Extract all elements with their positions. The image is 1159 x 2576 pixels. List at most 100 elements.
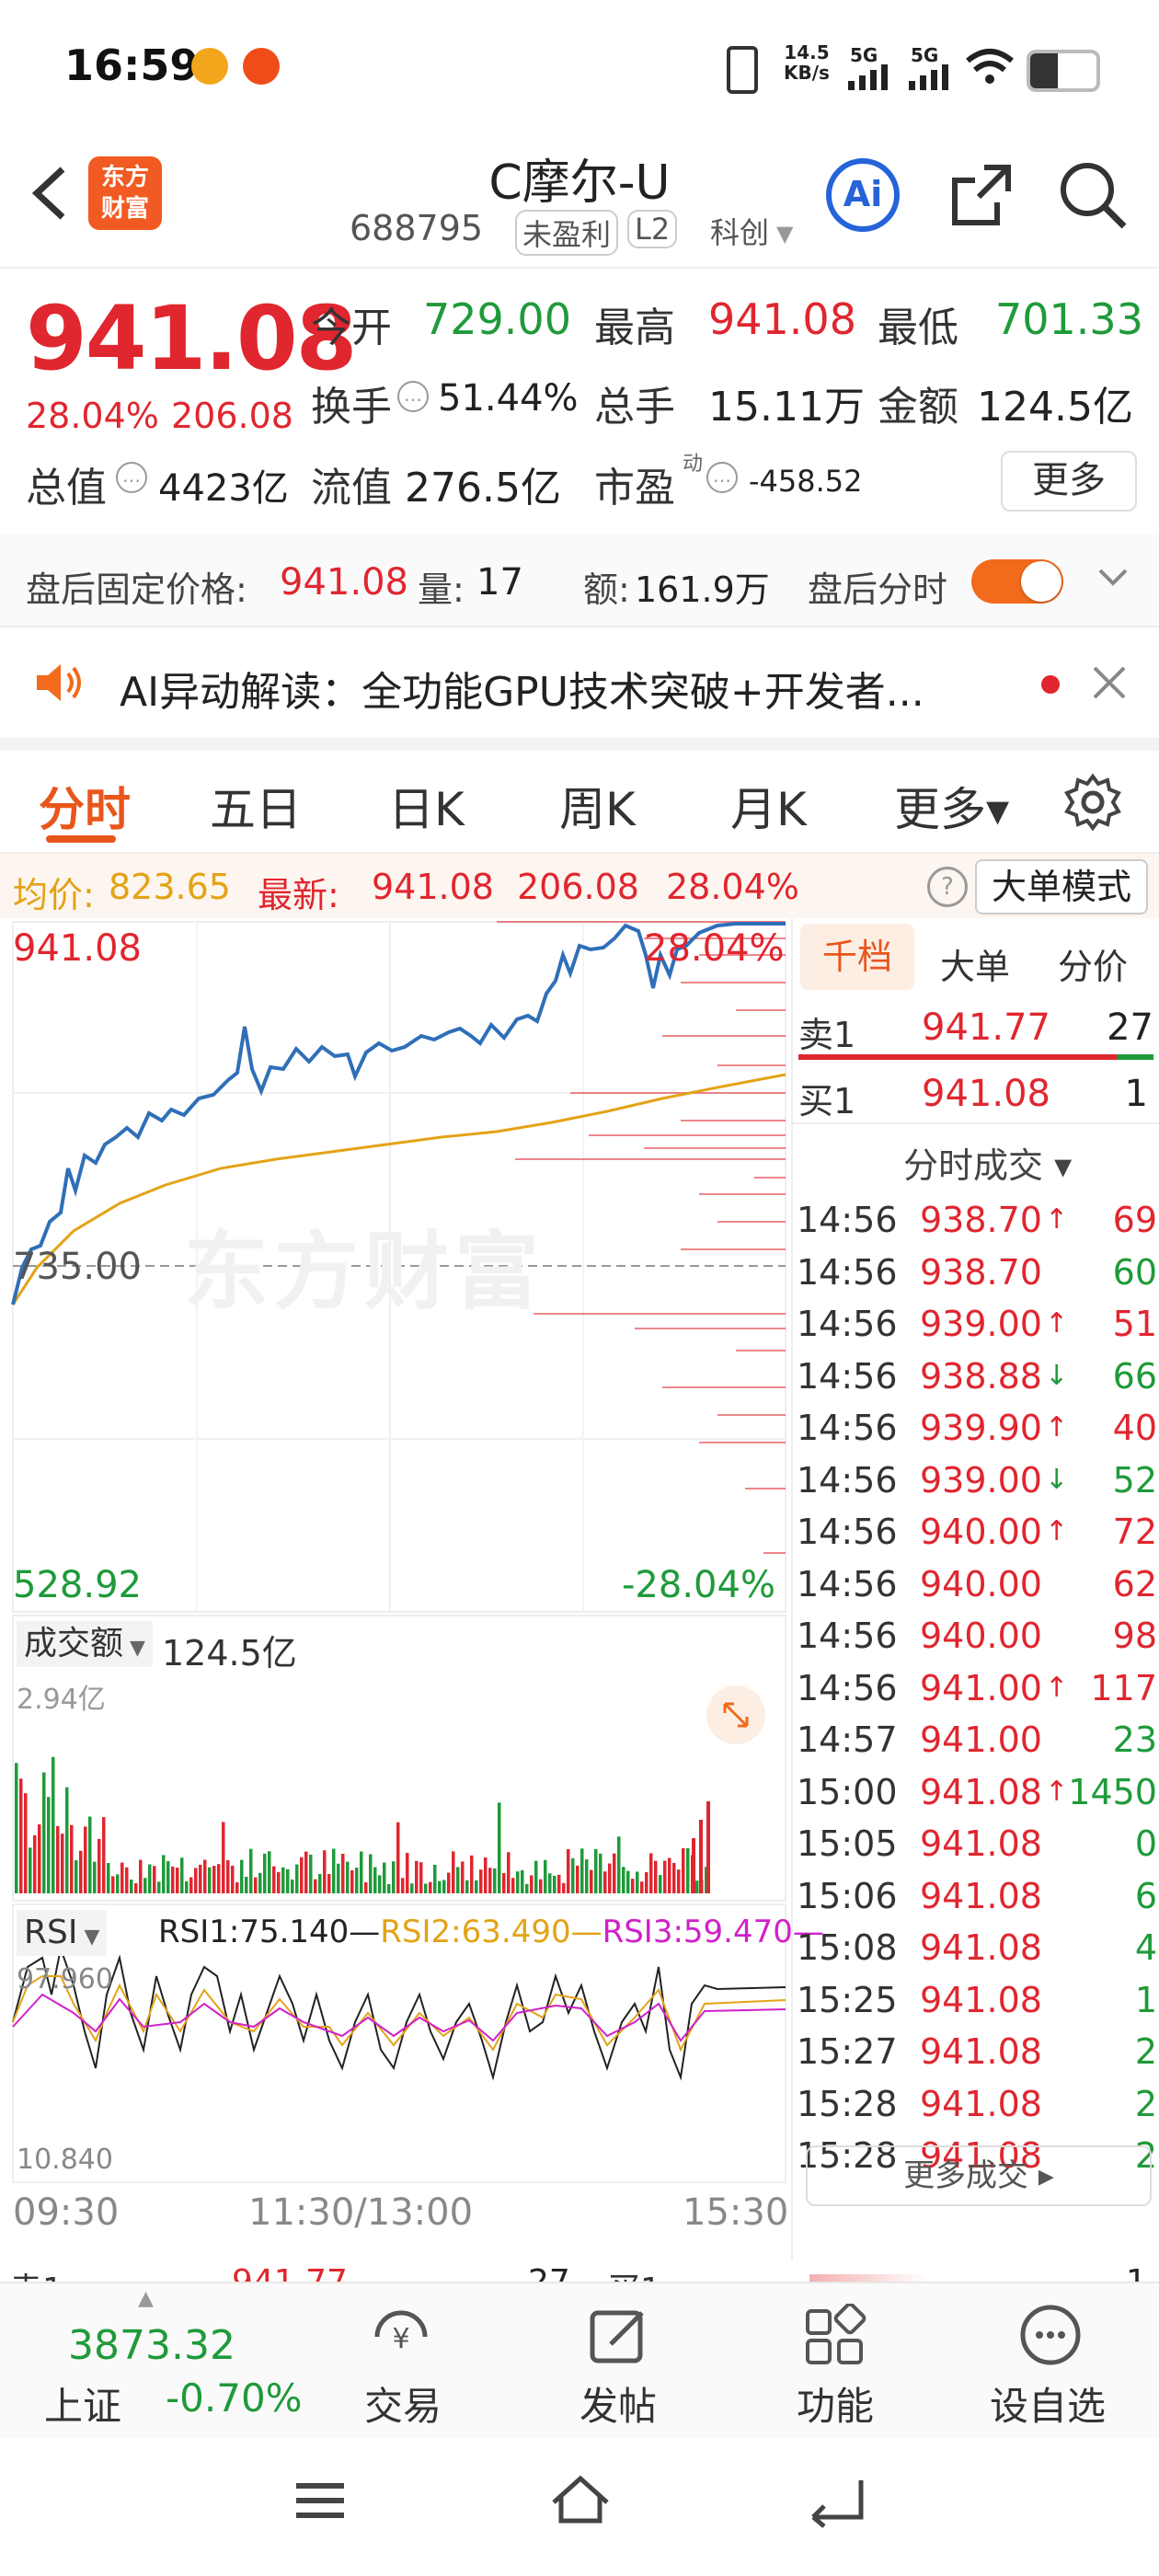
trade-time: 14:56 <box>797 1200 898 1240</box>
trade-volume: 51 <box>1112 1304 1157 1344</box>
close-icon[interactable] <box>1091 664 1128 705</box>
tab-big-orders[interactable]: 大单 <box>940 938 1010 989</box>
volume-bar <box>249 1848 253 1893</box>
watermark: 东方财富 <box>184 1223 545 1321</box>
volume-bar <box>498 1802 501 1893</box>
ai-insight-text[interactable]: AI异动解读：全功能GPU技术突破+开发者... <box>120 659 924 718</box>
tab-depth[interactable]: 千档 <box>800 924 914 990</box>
volume-bar <box>295 1864 299 1893</box>
time-axis-mid: 11:30/13:00 <box>248 2191 474 2234</box>
app-notification-icon <box>243 48 280 85</box>
index-value[interactable]: 3873.32 <box>68 2322 235 2369</box>
chevron-down-icon[interactable] <box>1095 559 1131 600</box>
volume-bar <box>355 1868 359 1893</box>
tab-weekly-k[interactable]: 周K <box>559 773 636 839</box>
rsi1-value: RSI1:75.140 <box>158 1914 350 1950</box>
latest-change-pct: 28.04% <box>666 867 799 907</box>
volume-bar <box>88 1816 92 1893</box>
trade-volume: 23 <box>1112 1719 1157 1760</box>
volume-bar <box>29 1847 32 1893</box>
rsi-values: RSI1:75.140—RSI2:63.490—RSI3:59.470— <box>158 1914 824 1950</box>
trade-row: 14:56 940.00 98 <box>797 1610 1157 1662</box>
trade-icon[interactable]: ¥ <box>364 2304 438 2372</box>
tab-daily-k[interactable]: 日K <box>388 773 465 839</box>
add-watchlist-label[interactable]: 设自选 <box>990 2375 1106 2432</box>
function-label[interactable]: 功能 <box>797 2375 874 2432</box>
trade-direction-icon: ↑ <box>1045 1775 1069 1808</box>
more-quote-button[interactable]: 更多 <box>1001 451 1137 512</box>
help-icon[interactable]: ? <box>927 867 968 907</box>
gear-icon[interactable] <box>1063 773 1122 835</box>
info-icon[interactable]: … <box>397 381 429 412</box>
volume-bar <box>125 1867 129 1893</box>
index-change[interactable]: -0.70% <box>166 2375 303 2421</box>
info-icon[interactable]: … <box>116 462 147 493</box>
trade-price: 938.70 <box>920 1251 1042 1293</box>
volume-bar <box>534 1860 538 1893</box>
chart-info-bar: 均价: 823.65 最新: 941.08 206.08 28.04% ? 大单… <box>0 854 1159 918</box>
volume-bar <box>516 1871 520 1893</box>
back-nav-icon[interactable] <box>806 2473 870 2532</box>
chevron-down-icon[interactable]: ▼ <box>776 221 793 247</box>
tab-monthly-k[interactable]: 月K <box>730 773 807 839</box>
post-icon[interactable] <box>583 2304 657 2372</box>
volume-bar <box>291 1879 294 1893</box>
tab-five-day[interactable]: 五日 <box>210 773 302 839</box>
trade-time: 15:00 <box>797 1771 898 1812</box>
more-trades-button[interactable]: 更多成交 ▸ <box>806 2145 1152 2206</box>
trade-price: 939.00 <box>920 1459 1042 1501</box>
volume-bar <box>576 1865 580 1893</box>
volume-bar <box>314 1879 317 1893</box>
add-watchlist-icon[interactable] <box>1016 2304 1089 2372</box>
trade-row: 14:56 938.70 ↑ 69 <box>797 1194 1157 1246</box>
after-hours-toggle[interactable] <box>971 559 1063 604</box>
volume-bar <box>511 1878 515 1893</box>
trades-header[interactable]: 分时成交 ▾ <box>903 1137 1072 1188</box>
volume-bar <box>268 1851 271 1893</box>
volume-bar <box>47 1797 51 1893</box>
tag-board[interactable]: 科创 <box>705 210 775 252</box>
trade-time: 14:57 <box>797 1719 898 1760</box>
volume-bar <box>479 1869 483 1893</box>
info-icon[interactable]: … <box>706 462 738 493</box>
volume-bar <box>594 1849 598 1893</box>
rsi-indicator-selector[interactable]: RSI ▼ <box>17 1910 108 1956</box>
search-icon[interactable] <box>1058 160 1128 234</box>
apps-icon[interactable] <box>800 2302 874 2372</box>
trade-volume: 1450 <box>1068 1771 1157 1812</box>
trade-label[interactable]: 交易 <box>364 2375 442 2432</box>
home-icon[interactable] <box>548 2471 613 2530</box>
volume-bar <box>599 1853 602 1893</box>
volume-bar <box>456 1867 460 1893</box>
menu-icon[interactable] <box>293 2478 348 2528</box>
ai-insight-bar[interactable]: AI异动解读：全功能GPU技术突破+开发者... <box>0 627 1159 751</box>
volume-bar <box>585 1859 589 1893</box>
net-speed-value: 14.5 <box>784 41 830 63</box>
big-order-mode-button[interactable]: 大单模式 <box>975 859 1148 914</box>
tab-more[interactable]: 更多▾ <box>894 773 1009 839</box>
volume-indicator-selector[interactable]: 成交额 ▼ <box>17 1621 153 1667</box>
volume-bar <box>530 1875 534 1893</box>
trade-time: 15:05 <box>797 1823 898 1864</box>
tab-price-dist[interactable]: 分价 <box>1058 938 1128 989</box>
tab-intraday[interactable]: 分时 <box>39 773 131 839</box>
post-label[interactable]: 发帖 <box>580 2375 657 2432</box>
index-name[interactable]: 上证 <box>44 2375 121 2432</box>
trade-row: 15:08 941.08 4 <box>797 1922 1157 1973</box>
expand-icon[interactable] <box>706 1685 765 1744</box>
volume-total: 124.5亿 <box>162 1633 297 1673</box>
volume-bar <box>677 1869 681 1893</box>
volume-bar <box>199 1864 202 1893</box>
chevron-down-icon: ▼ <box>77 1926 100 1949</box>
volume-bar <box>608 1863 612 1893</box>
divider <box>793 1122 1159 1124</box>
wifi-icon <box>964 46 1016 90</box>
app-logo[interactable]: 东方 财富 <box>88 156 162 230</box>
back-icon[interactable] <box>22 156 77 230</box>
logo-text-1: 东方 <box>100 164 149 191</box>
intraday-chart-area[interactable]: 东方财富 941.08 28.04% 735.00 528.92 -28.04%… <box>0 918 824 2261</box>
share-icon[interactable] <box>947 160 1017 234</box>
chevron-up-icon[interactable]: ▲ <box>138 2287 154 2310</box>
trade-volume: 40 <box>1112 1408 1157 1448</box>
ai-assistant-icon[interactable]: Ai <box>826 158 900 232</box>
